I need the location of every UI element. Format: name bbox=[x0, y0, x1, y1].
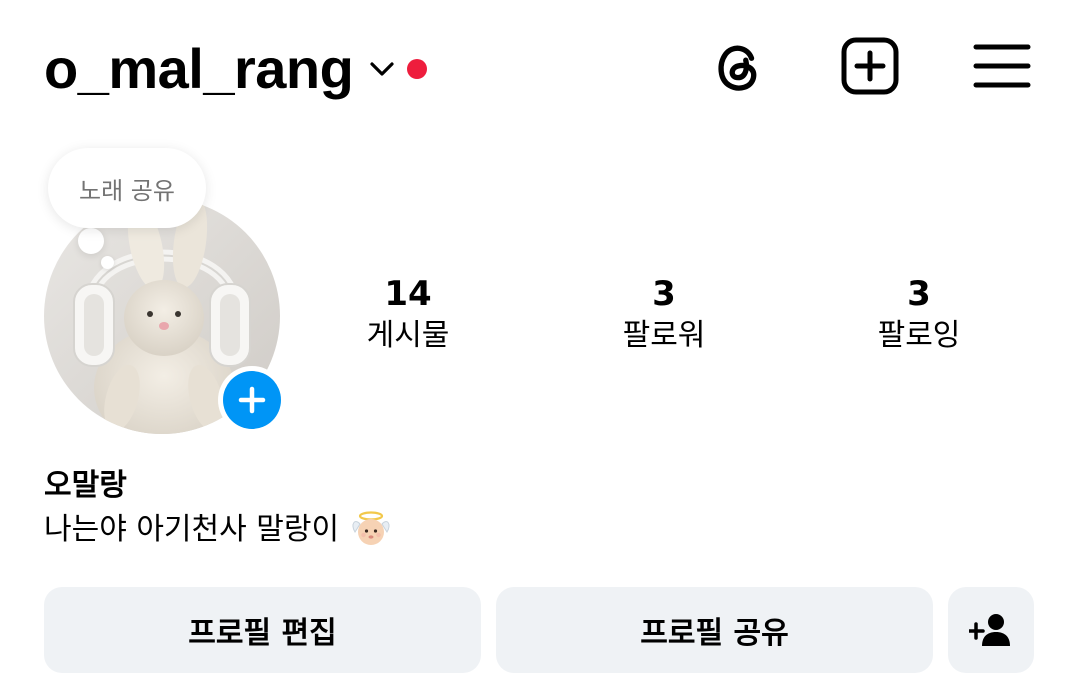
menu-icon[interactable] bbox=[972, 36, 1032, 96]
followers-label: 팔로워 bbox=[622, 318, 706, 353]
bio: 나는야 아기천사 말랑이 bbox=[44, 508, 391, 552]
share-profile-button[interactable]: 프로필 공유 bbox=[496, 587, 933, 673]
stat-posts[interactable]: 14 게시물 bbox=[308, 272, 508, 356]
following-label: 팔로잉 bbox=[877, 318, 961, 353]
followers-count: 3 bbox=[652, 274, 676, 314]
note-bubble[interactable]: 노래 공유 bbox=[48, 148, 206, 228]
following-count: 3 bbox=[907, 274, 931, 314]
note-text: 노래 공유 bbox=[79, 176, 175, 205]
bio-text: 나는야 아기천사 말랑이 bbox=[44, 512, 340, 547]
stat-followers[interactable]: 3 팔로워 bbox=[564, 272, 764, 356]
add-story-button[interactable] bbox=[218, 366, 286, 434]
chevron-down-icon[interactable] bbox=[367, 54, 397, 84]
edit-profile-button[interactable]: 프로필 편집 bbox=[44, 587, 481, 673]
discover-people-button[interactable] bbox=[948, 587, 1034, 673]
create-icon[interactable] bbox=[840, 36, 900, 96]
add-person-icon bbox=[969, 614, 1010, 646]
stat-following[interactable]: 3 팔로잉 bbox=[819, 272, 1019, 356]
add-story-inner bbox=[223, 371, 281, 429]
baby-angel-emoji bbox=[352, 511, 390, 545]
plus-icon bbox=[238, 386, 266, 414]
posts-label: 게시물 bbox=[366, 318, 450, 353]
threads-icon[interactable] bbox=[708, 36, 768, 96]
note-bubble-tail bbox=[78, 228, 104, 254]
account-switcher[interactable]: o_mal_rang bbox=[44, 36, 428, 102]
profile-header: o_mal_rang bbox=[0, 0, 1080, 140]
note-bubble-tail-small bbox=[101, 256, 114, 269]
posts-count: 14 bbox=[384, 274, 432, 314]
display-name: 오말랑 bbox=[44, 468, 127, 503]
username[interactable]: o_mal_rang bbox=[44, 36, 354, 102]
notification-dot bbox=[407, 59, 428, 79]
